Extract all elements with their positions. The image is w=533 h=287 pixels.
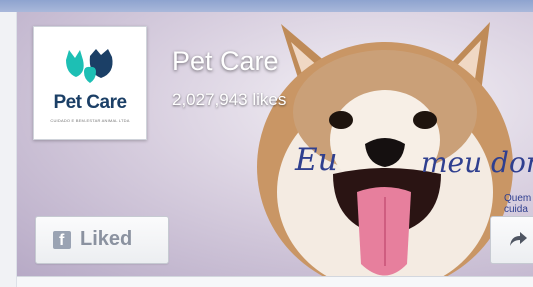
cat-dog-heart-logo-icon [66,49,113,83]
logo-tagline: CUIDADO E BEM-ESTAR ANIMAL LTDA [50,118,130,123]
liked-button[interactable]: f Liked [35,216,169,264]
facebook-icon: f [53,231,71,249]
top-navigation-strip [0,0,533,12]
facebook-page-header: Pet Care 2,027,943 likes Eu meu don Quem… [0,0,533,287]
page-name[interactable]: Pet Care [172,46,279,77]
cover-script-text-left: Eu [295,142,338,178]
share-arrow-icon [510,232,527,246]
liked-label: Liked [80,228,133,250]
cover-bottom-edge [17,276,533,287]
profile-logo: Pet Care CUIDADO E BEM-ESTAR ANIMAL LTDA [39,32,141,134]
likes-count: 2,027,943 likes [172,90,287,109]
profile-picture[interactable]: Pet Care CUIDADO E BEM-ESTAR ANIMAL LTDA [33,26,147,140]
cover-side-note: Quem cuida [504,193,532,215]
left-rail [0,12,17,287]
logo-text: Pet Care [53,92,127,113]
dog-left-eye [329,111,353,129]
dog-right-eye [413,111,437,129]
share-button[interactable] [490,216,533,264]
cover-script-text-right: meu don [421,146,533,179]
